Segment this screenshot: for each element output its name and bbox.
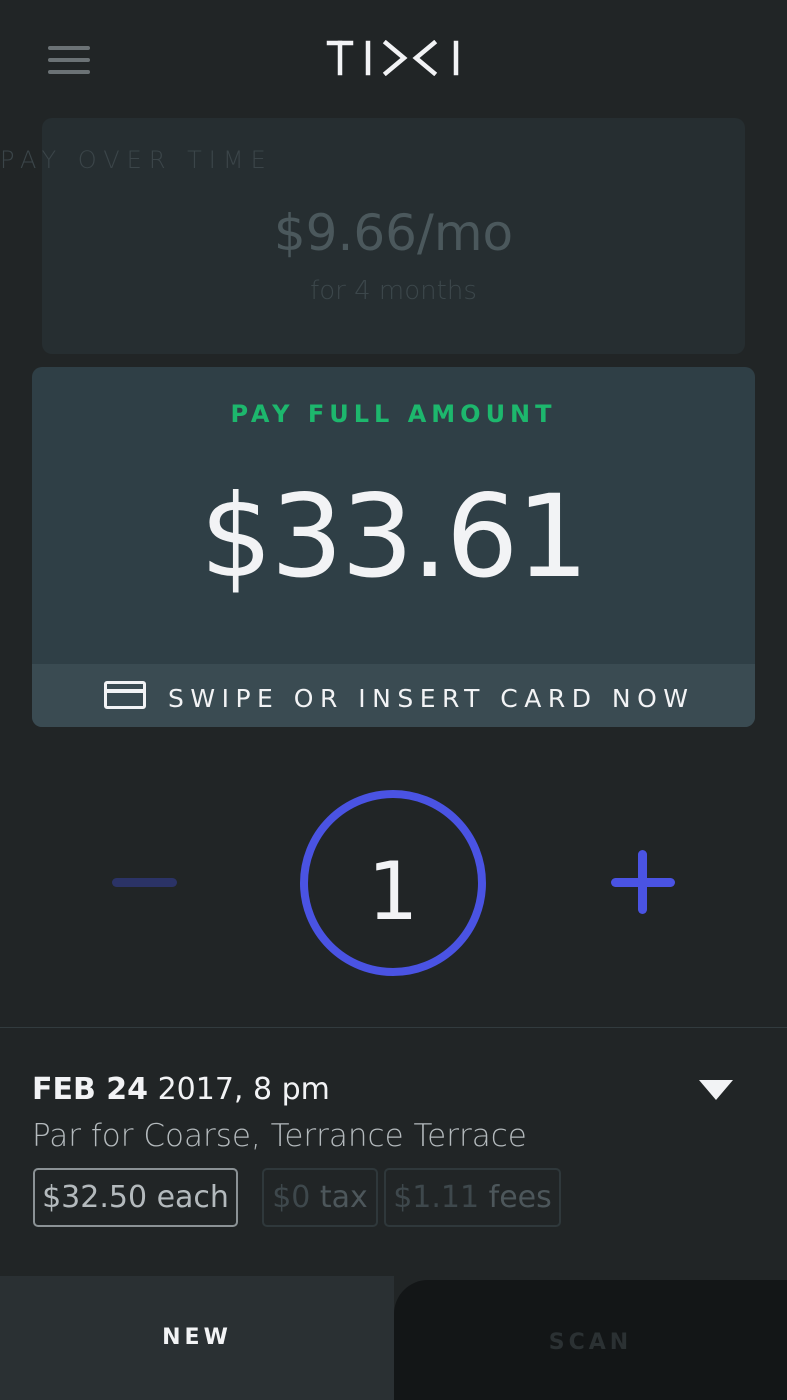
- event-date-day: FEB 24: [32, 1072, 149, 1107]
- tax-amount: $0: [272, 1180, 311, 1215]
- swipe-card-instruction: SWIPE OR INSERT CARD NOW: [168, 684, 695, 713]
- pay-full-amount-label: PAY FULL AMOUNT: [230, 400, 557, 428]
- tixi-logo: [326, 40, 459, 76]
- tax-chip: $0 tax: [262, 1168, 378, 1227]
- fees-label: fees: [479, 1180, 552, 1215]
- quantity-value: 1: [367, 845, 419, 938]
- event-date-time: 2017, 8 pm: [148, 1072, 330, 1107]
- credit-card-icon: [104, 681, 146, 709]
- pay-over-time-duration: for 4 months: [310, 276, 477, 306]
- event-venue: Par for Coarse, Terrance Terrace: [32, 1118, 527, 1154]
- decrease-quantity-button[interactable]: [112, 878, 177, 887]
- fees-amount: $1.11: [393, 1180, 480, 1215]
- plus-icon[interactable]: [638, 850, 647, 914]
- app-header: [0, 0, 787, 118]
- event-date: FEB 24 2017, 8 pm: [32, 1072, 330, 1107]
- tab-scan-label: SCAN: [548, 1330, 633, 1355]
- chevron-down-icon[interactable]: [699, 1080, 733, 1100]
- pay-over-time-label: PAY OVER TIME: [0, 146, 273, 174]
- pay-full-amount-value: $33.61: [200, 470, 589, 603]
- fees-chip: $1.11 fees: [384, 1168, 561, 1227]
- tax-label: tax: [310, 1180, 368, 1215]
- hamburger-menu-icon[interactable]: [48, 46, 90, 74]
- price-each-chip: $32.50 each: [33, 1168, 238, 1227]
- divider: [0, 1027, 787, 1028]
- pay-over-time-amount: $9.66/mo: [273, 204, 514, 262]
- tab-new-label: NEW: [162, 1325, 232, 1350]
